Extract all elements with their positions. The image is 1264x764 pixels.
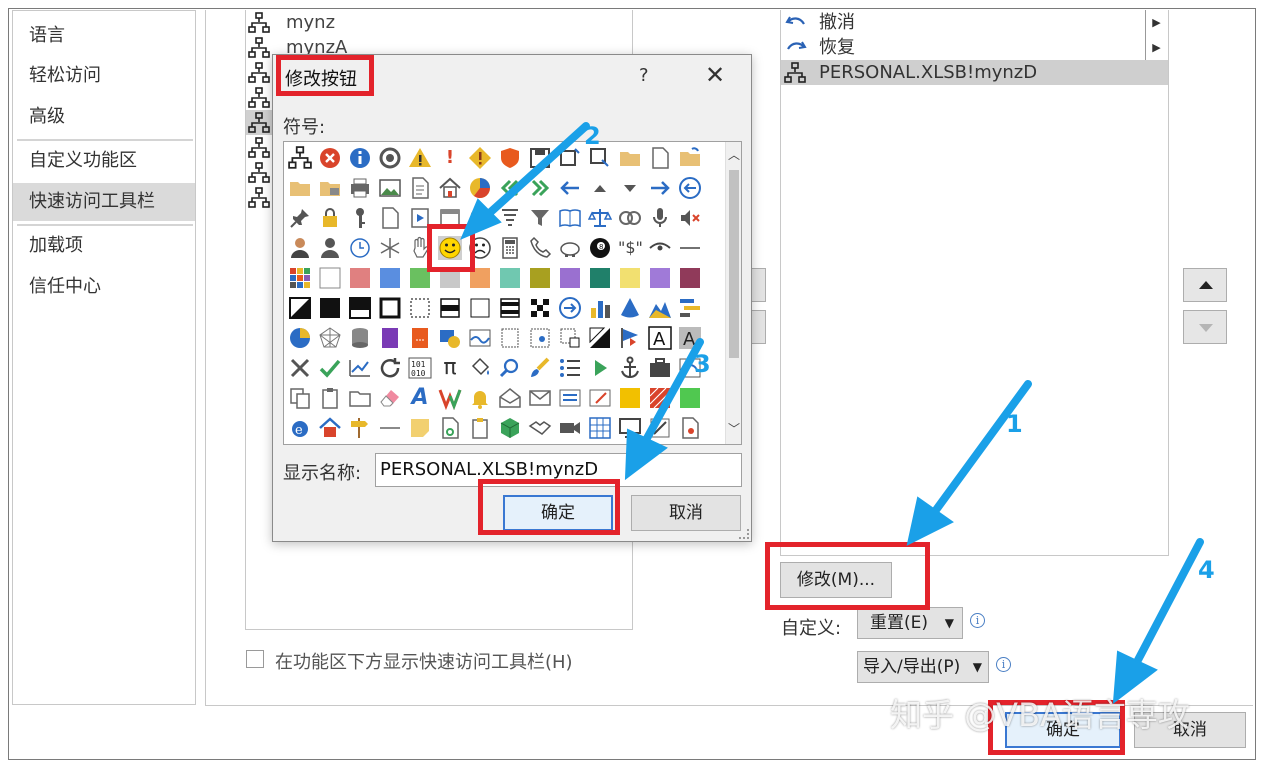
annotation-number-3: 3 — [694, 350, 711, 378]
watermark: 知乎 @VBA语言専攻 — [890, 696, 1190, 734]
annotation-number-1: 1 — [1006, 410, 1023, 438]
arrow-1-shaft — [932, 380, 1032, 514]
annotation-arrows — [460, 122, 1204, 705]
arrow-4-shaft — [1134, 538, 1204, 664]
arrow-1-head — [906, 496, 954, 546]
annotation-number-2: 2 — [584, 122, 601, 150]
arrow-2-shaft — [480, 122, 590, 222]
annotation-number-4: 4 — [1198, 556, 1215, 584]
arrow-3-shaft — [642, 338, 704, 444]
